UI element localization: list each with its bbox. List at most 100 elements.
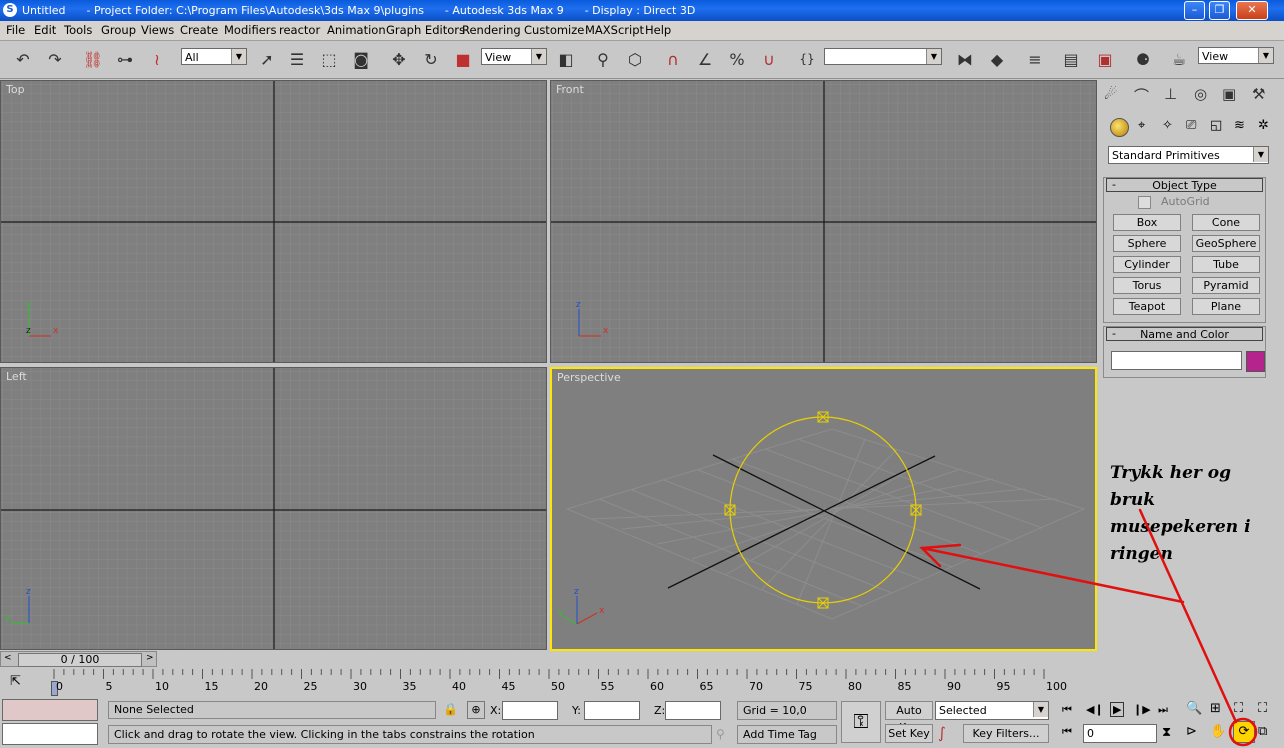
name-color-header[interactable]: - Name and Color <box>1106 327 1263 341</box>
z-coord-input[interactable] <box>665 701 721 720</box>
utilities-tab-icon[interactable]: ⚒ <box>1252 85 1265 103</box>
key-filters-button[interactable]: Key Filters... <box>963 724 1049 743</box>
redo-icon[interactable]: ↷ <box>42 46 68 72</box>
keyboard-shortcut-override-icon[interactable]: ⬡ <box>622 46 648 72</box>
window-crossing-icon[interactable]: ◙ <box>348 46 374 72</box>
select-and-rotate-icon[interactable]: ↻ <box>418 46 444 72</box>
menu-modifiers[interactable]: Modifiers <box>224 23 277 37</box>
menu-edit[interactable]: Edit <box>34 23 56 37</box>
percent-snap-icon[interactable]: % <box>724 46 750 72</box>
tube-button[interactable]: Tube <box>1192 256 1260 273</box>
undo-icon[interactable]: ↶ <box>10 46 36 72</box>
app-icon[interactable]: S <box>3 3 17 17</box>
lights-icon[interactable]: ✧ <box>1162 118 1173 133</box>
modify-tab-icon[interactable]: ⌒ <box>1134 85 1149 106</box>
object-color-swatch[interactable] <box>1246 351 1265 372</box>
menu-tools[interactable]: Tools <box>64 23 92 37</box>
primitive-category-dropdown[interactable]: Standard Primitives ▼ <box>1108 146 1269 164</box>
pan-icon[interactable]: ✋ <box>1210 724 1226 739</box>
systems-icon[interactable]: ✲ <box>1258 118 1269 133</box>
lock-icon[interactable]: 🔒 <box>443 702 458 716</box>
maxscript-input-mini[interactable] <box>2 723 98 745</box>
select-by-name-icon[interactable]: ☰ <box>284 46 310 72</box>
helpers-icon[interactable]: ◱ <box>1210 118 1222 133</box>
key-mode-dropdown[interactable]: Selected ▼ <box>935 701 1049 720</box>
previous-frame-icon[interactable]: ◀❙ <box>1086 703 1104 716</box>
motion-tab-icon[interactable]: ◎ <box>1194 85 1207 103</box>
menu-views[interactable]: Views <box>141 23 174 37</box>
viewport-front[interactable]: x z Front <box>550 80 1097 363</box>
material-editor-icon[interactable]: ⚈ <box>1130 46 1156 72</box>
zoom-extents-icon[interactable]: ⛶ <box>1234 701 1243 716</box>
torus-button[interactable]: Torus <box>1113 277 1181 294</box>
default-tangents-icon[interactable]: ∫ <box>938 724 946 742</box>
close-button[interactable]: ✕ <box>1236 1 1268 20</box>
play-icon[interactable]: ▶ <box>1110 702 1125 717</box>
select-and-scale-icon[interactable]: ■ <box>450 46 476 72</box>
autogrid-checkbox[interactable] <box>1138 196 1151 209</box>
unlink-icon[interactable]: ⊶ <box>112 46 138 72</box>
zoom-icon[interactable]: 🔍 <box>1186 701 1202 716</box>
maxscript-listener-mini[interactable] <box>2 699 98 721</box>
go-to-start-icon[interactable]: ⏮ <box>1062 703 1072 717</box>
key-mode-toggle-icon[interactable]: ⏮ <box>1062 725 1072 739</box>
spinner-snap-icon[interactable]: ∪ <box>756 46 782 72</box>
add-time-tag[interactable]: Add Time Tag <box>737 725 837 744</box>
menu-create[interactable]: Create <box>180 23 218 37</box>
menu-maxscript[interactable]: MAXScript <box>585 23 644 37</box>
viewport-label-front[interactable]: Front <box>556 83 584 96</box>
plane-button[interactable]: Plane <box>1192 298 1260 315</box>
render-view-dropdown[interactable]: View ▼ <box>1198 47 1274 64</box>
chevron-right-icon[interactable]: > <box>146 653 154 663</box>
set-key-button[interactable]: Set Key <box>885 724 933 743</box>
current-frame-input[interactable]: 0 <box>1083 724 1157 743</box>
sphere-button[interactable]: Sphere <box>1113 235 1181 252</box>
viewport-top[interactable]: x y z Top <box>0 80 547 363</box>
layer-manager-icon[interactable]: ≡ <box>1022 46 1048 72</box>
viewport-perspective[interactable]: x y z Perspective <box>550 367 1097 651</box>
menu-group[interactable]: Group <box>101 23 136 37</box>
pivot-point-icon[interactable]: ◧ <box>553 46 579 72</box>
geosphere-button[interactable]: GeoSphere <box>1192 235 1260 252</box>
time-slider-thumb[interactable]: 0 / 100 <box>18 653 142 667</box>
teapot-button[interactable]: Teapot <box>1113 298 1181 315</box>
align-icon[interactable]: ◆ <box>984 46 1010 72</box>
menu-rendering[interactable]: Rendering <box>462 23 521 37</box>
key-mode-icon[interactable]: ⚿ <box>841 701 881 743</box>
absolute-mode-icon[interactable]: ⊕ <box>467 701 485 719</box>
reference-coordinate-dropdown[interactable]: View ▼ <box>481 48 547 65</box>
snaps-toggle-icon[interactable]: ∩ <box>660 46 686 72</box>
named-selection-dropdown[interactable]: ▼ <box>824 48 942 65</box>
zoom-all-icon[interactable]: ⊞ <box>1210 701 1221 716</box>
shapes-icon[interactable]: ⌖ <box>1138 118 1145 133</box>
time-tag-lock-icon[interactable]: ⚲ <box>716 727 725 741</box>
menu-help[interactable]: Help <box>645 23 671 37</box>
viewport-left[interactable]: y z Left <box>0 367 547 650</box>
select-object-icon[interactable]: ➚ <box>254 46 280 72</box>
object-type-header[interactable]: - Object Type <box>1106 178 1263 192</box>
x-coord-input[interactable] <box>502 701 558 720</box>
object-name-input[interactable] <box>1111 351 1242 370</box>
viewport-label-perspective[interactable]: Perspective <box>557 371 621 384</box>
cylinder-button[interactable]: Cylinder <box>1113 256 1181 273</box>
rectangular-selection-icon[interactable]: ⬚ <box>316 46 342 72</box>
next-frame-icon[interactable]: ❙▶ <box>1133 703 1151 716</box>
select-and-move-icon[interactable]: ✥ <box>386 46 412 72</box>
minimize-button[interactable]: – <box>1184 1 1205 20</box>
zoom-extents-all-icon[interactable]: ⛶ <box>1258 701 1267 716</box>
menu-customize[interactable]: Customize <box>524 23 584 37</box>
box-button[interactable]: Box <box>1113 214 1181 231</box>
maximize-viewport-icon[interactable]: ⧉ <box>1258 724 1267 739</box>
geometry-icon[interactable] <box>1110 118 1129 137</box>
select-and-manipulate-icon[interactable]: ⚲ <box>590 46 616 72</box>
cone-button[interactable]: Cone <box>1192 214 1260 231</box>
field-of-view-icon[interactable]: ⊳ <box>1186 724 1197 739</box>
bind-space-warp-icon[interactable]: ≀ <box>144 46 170 72</box>
menu-reactor[interactable]: reactor <box>279 23 320 37</box>
select-and-link-icon[interactable]: ⛓ <box>80 46 106 72</box>
menu-file[interactable]: File <box>6 23 25 37</box>
pyramid-button[interactable]: Pyramid <box>1192 277 1260 294</box>
create-tab-icon[interactable]: ☄ <box>1104 85 1117 103</box>
viewport-label-top[interactable]: Top <box>6 83 25 96</box>
menu-animation[interactable]: Animation <box>327 23 386 37</box>
